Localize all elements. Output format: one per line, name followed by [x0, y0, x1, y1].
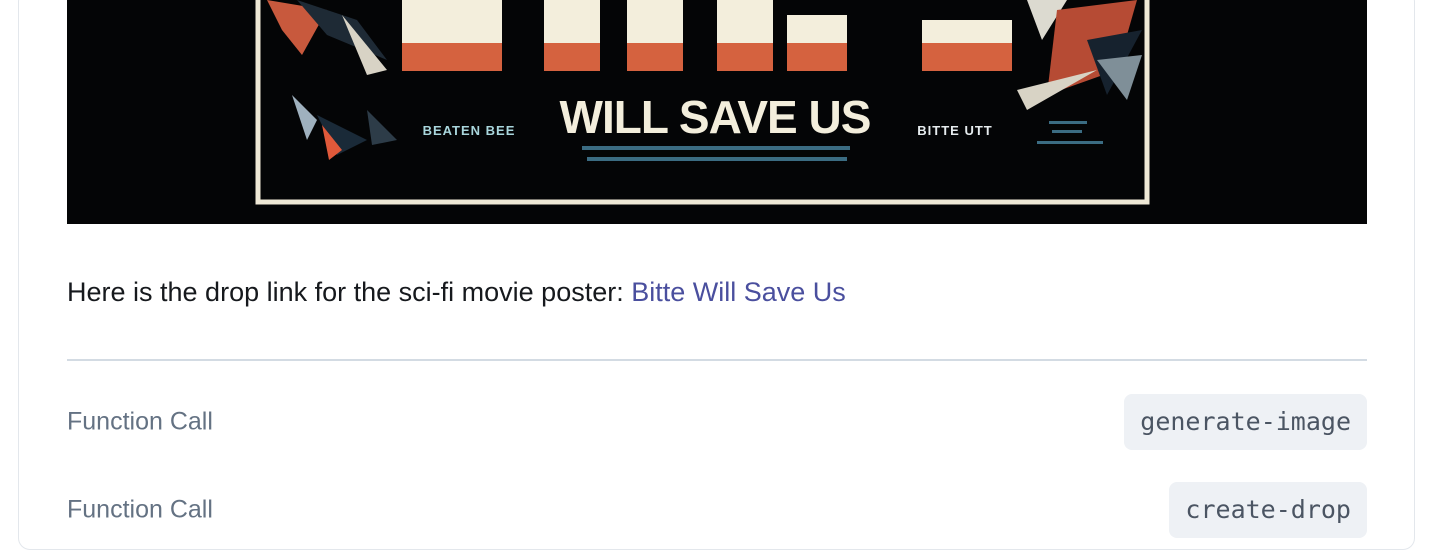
poster-right-caption: BITTE UTT: [917, 123, 992, 138]
function-name-badge[interactable]: create-drop: [1169, 482, 1367, 538]
function-call-row: Function Call generate-image: [67, 394, 1367, 450]
generated-poster-image[interactable]: WILL SAVE US BEATEN BEE BITTE UTT: [67, 0, 1367, 224]
message-text: Here is the drop link for the sci-fi mov…: [67, 277, 632, 307]
poster-subtitle: WILL SAVE US: [560, 91, 871, 143]
poster-left-caption: BEATEN BEE: [423, 123, 516, 138]
assistant-message: Here is the drop link for the sci-fi mov…: [67, 275, 846, 309]
function-call-label: Function Call: [67, 407, 213, 436]
function-name-badge[interactable]: generate-image: [1124, 394, 1367, 450]
function-call-label: Function Call: [67, 495, 213, 524]
drop-link[interactable]: Bitte Will Save Us: [631, 277, 846, 307]
function-call-row: Function Call create-drop: [67, 482, 1367, 538]
section-divider: [67, 359, 1367, 361]
